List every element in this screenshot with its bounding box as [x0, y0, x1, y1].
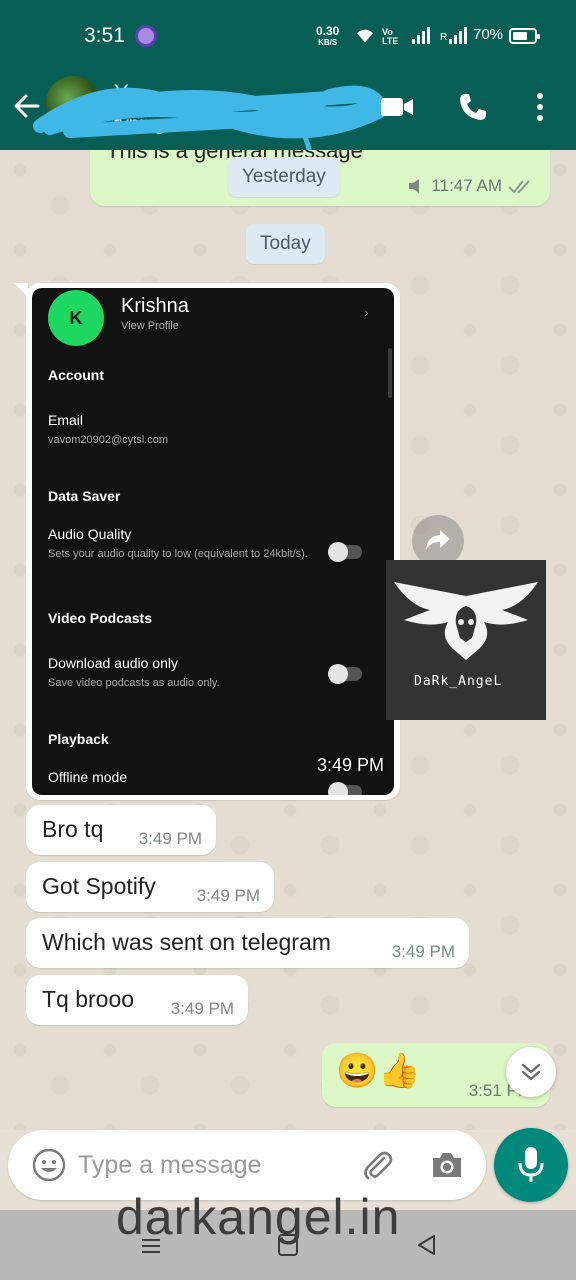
mic-icon	[518, 1147, 544, 1182]
scrollbar	[388, 348, 392, 398]
emoji-icon[interactable]	[32, 1148, 66, 1182]
audio-quality-toggle	[328, 542, 362, 562]
incoming-image-message[interactable]: K Krishna View Profile › Account Email v…	[14, 283, 400, 800]
phone-icon[interactable]	[458, 92, 488, 122]
message-time: 3:49 PM	[138, 829, 202, 848]
section-video-podcasts: Video Podcasts	[48, 610, 153, 626]
spotify-settings-screenshot[interactable]: K Krishna View Profile › Account Email v…	[32, 288, 394, 795]
download-audio-toggle	[328, 664, 362, 684]
message-text: Which was sent on telegram	[42, 929, 331, 955]
volte-indicator: Vo LTE	[382, 28, 398, 46]
offline-mode-label: Offline mode	[48, 769, 128, 785]
battery-icon	[509, 28, 540, 44]
chat-area[interactable]: This is a general message 11:47 AM Yeste…	[0, 150, 576, 1130]
network-speed-value: 0.30	[316, 24, 340, 38]
section-playback: Playback	[48, 731, 109, 747]
winged-skull-logo	[394, 582, 538, 660]
audio-quality-desc: Sets your audio quality to low (equivale…	[48, 548, 308, 560]
double-check-icon	[508, 180, 530, 194]
network-speed-unit: KB/S	[318, 38, 338, 47]
message-time: 3:49 PM	[316, 755, 384, 775]
battery-percent: 70%	[473, 26, 504, 43]
site-watermark: darkangel.in	[116, 1189, 401, 1245]
email-value: vavom20902@cytsl.com	[48, 434, 168, 446]
incoming-message[interactable]: Tq brooo 3:49 PM	[26, 975, 248, 1025]
wifi-icon	[356, 29, 374, 43]
message-text: Got Spotify	[42, 873, 156, 899]
profile-avatar: K	[48, 290, 104, 346]
more-vert-icon[interactable]	[534, 92, 546, 122]
contact-name[interactable]: Y	[114, 80, 129, 106]
section-data-saver: Data Saver	[48, 488, 121, 504]
contact-status: typing...	[114, 114, 181, 135]
watermark-logo-text: DaRk_AngeL	[414, 674, 503, 689]
message-text: Tq brooo	[42, 986, 135, 1012]
audio-quality-label: Audio Quality	[48, 526, 132, 542]
chevron-right-icon: ›	[364, 304, 369, 320]
view-profile-link: View Profile	[121, 320, 179, 332]
date-chip-today: Today	[246, 224, 325, 264]
email-label: Email	[48, 412, 84, 428]
download-audio-label: Download audio only	[48, 655, 178, 671]
emoji-content: 😀👍	[336, 1052, 421, 1090]
message-time: 3:49 PM	[391, 942, 455, 961]
chat-header: Y typing...	[0, 62, 576, 186]
contact-avatar[interactable]	[46, 76, 100, 130]
back-arrow-icon[interactable]	[12, 92, 40, 120]
message-time: 3:49 PM	[196, 886, 260, 905]
notification-app-icon	[135, 25, 157, 47]
double-chevron-down-icon	[521, 1063, 541, 1081]
signal-sim1-icon	[412, 26, 430, 44]
message-time: 3:49 PM	[170, 999, 234, 1018]
incoming-message[interactable]: Got Spotify 3:49 PM	[26, 862, 274, 912]
paperclip-icon[interactable]	[360, 1148, 394, 1182]
message-text: Bro tq	[42, 816, 104, 842]
section-account: Account	[48, 367, 104, 383]
dark-angel-watermark: DaRk_AngeL	[386, 560, 546, 720]
status-time: 3:51	[84, 24, 125, 47]
network-speed: 0.30 KB/S	[316, 24, 340, 48]
nav-back-icon[interactable]	[416, 1234, 436, 1256]
battery-fill	[513, 32, 527, 40]
forward-icon	[426, 530, 450, 550]
signal-sim2-icon	[449, 26, 467, 44]
incoming-message[interactable]: Which was sent on telegram 3:49 PM	[26, 918, 469, 968]
message-input[interactable]	[78, 1144, 348, 1186]
offline-mode-toggle	[328, 782, 362, 795]
download-audio-desc: Save video podcasts as audio only.	[48, 677, 220, 689]
date-chip-yesterday: Yesterday	[228, 157, 340, 197]
sim2-label: R	[440, 32, 448, 43]
video-call-icon[interactable]	[380, 96, 414, 118]
incoming-message[interactable]: Bro tq 3:49 PM	[26, 805, 216, 855]
scroll-to-bottom-button[interactable]	[506, 1047, 556, 1097]
message-meta: 11:47 AM	[407, 176, 534, 196]
status-bar: 3:51 0.30 KB/S Vo LTE R 70%	[0, 0, 576, 62]
volte-bottom: LTE	[382, 36, 399, 46]
mic-button[interactable]	[494, 1128, 568, 1202]
profile-name: Krishna	[121, 295, 189, 317]
camera-icon[interactable]	[430, 1150, 464, 1180]
speaker-icon	[409, 179, 420, 193]
message-time: 11:47 AM	[431, 176, 502, 195]
